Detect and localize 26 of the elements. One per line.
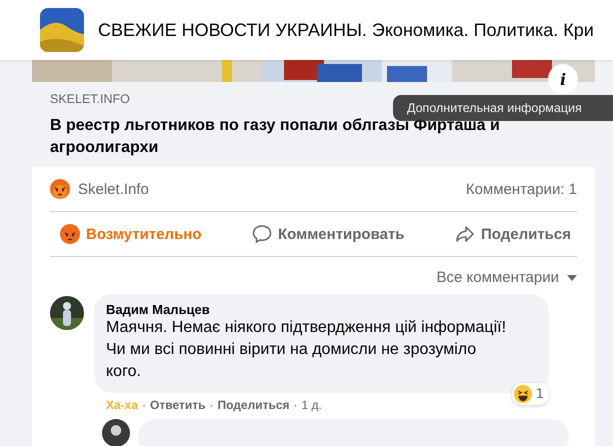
comment-button[interactable]: Комментировать <box>250 220 407 248</box>
share-button[interactable]: Поделиться <box>452 220 573 248</box>
caret-icon <box>567 274 577 280</box>
share-arrow-icon <box>454 224 475 244</box>
link-domain: SKELET.INFO <box>50 92 131 106</box>
separator-dot: · <box>294 398 298 412</box>
tooltip: Дополнительная информация <box>393 95 613 121</box>
reactor-name[interactable]: Skelet.Info <box>78 180 149 198</box>
angry-face-icon[interactable] <box>50 179 70 199</box>
angry-face-icon <box>60 224 80 244</box>
reaction-badge[interactable]: 1 <box>512 383 549 405</box>
page-logo-icon[interactable] <box>40 8 84 52</box>
separator-dot: · <box>142 398 146 412</box>
share-link[interactable]: Поделиться <box>217 398 290 412</box>
comment-filter-dropdown[interactable]: Все комментарии <box>436 267 577 288</box>
comments-count[interactable]: Комментарии: 1 <box>466 180 577 198</box>
comment-text: Маячня. Немає ніякого підтвердження цій інформації! Чи ми всі повинні вірити на домисли не зрозуміло кого. <box>106 318 508 382</box>
avatar[interactable] <box>50 296 84 330</box>
comment-time[interactable]: 1 д. <box>302 398 322 412</box>
laughing-face-icon <box>514 385 532 403</box>
separator-dot: · <box>209 398 214 412</box>
react-button[interactable]: Возмутительно <box>58 220 204 248</box>
reply-link[interactable]: Ответить <box>150 398 206 412</box>
comment-author[interactable]: Вадим Мальцев <box>106 302 513 317</box>
speech-bubble-icon <box>252 224 272 244</box>
avatar <box>102 419 130 446</box>
